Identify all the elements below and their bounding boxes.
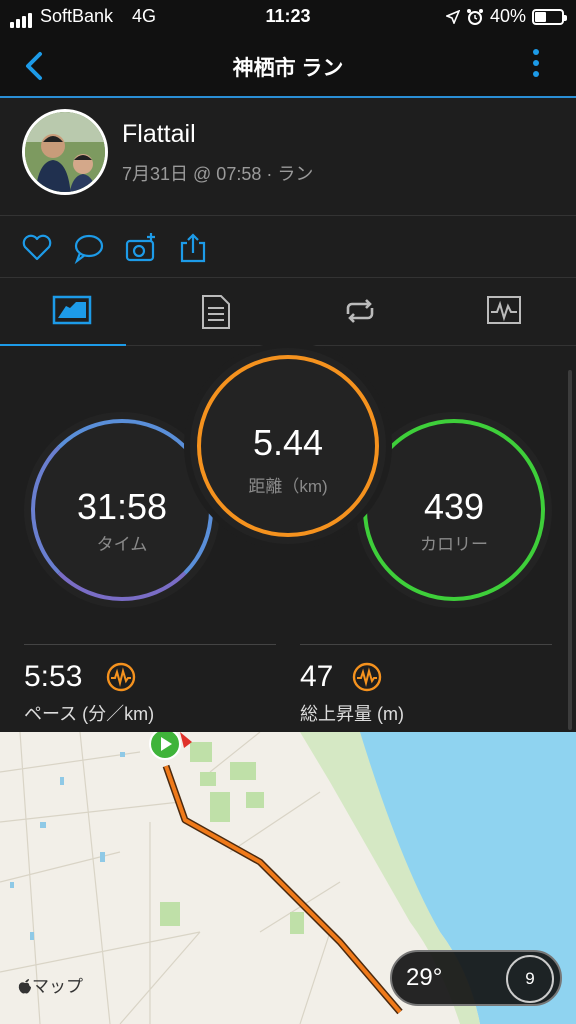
apple-icon: [18, 979, 31, 994]
laps-icon: [346, 299, 374, 323]
weather-widget[interactable]: 29° 9: [390, 950, 562, 1006]
alarm-icon: [466, 8, 483, 25]
scroll-indicator: [568, 370, 572, 730]
status-bar: SoftBank 4G 11:23 40%: [0, 0, 576, 34]
pace-label: ペース (分／km): [24, 704, 155, 724]
wind-speed: 9: [525, 969, 535, 988]
username[interactable]: Flattail: [122, 120, 196, 149]
calories-label: カロリー: [420, 535, 488, 554]
elevation-value: 47: [300, 660, 334, 693]
more-vertical-icon[interactable]: [526, 46, 546, 86]
share-icon[interactable]: [176, 231, 210, 265]
tab-laps[interactable]: [288, 278, 432, 346]
chart-icon: [487, 296, 521, 324]
battery-icon: [532, 8, 567, 25]
map-attribution: マップ: [18, 972, 83, 997]
pace-value: 5:53: [24, 660, 83, 693]
avatar[interactable]: [22, 109, 108, 195]
divider: [24, 644, 276, 645]
tab-bar: [0, 278, 576, 347]
stats-panel: 31:58 タイム 439 カロリー 5.44 距離（km) 5:53 ペース …: [0, 346, 576, 732]
temperature: 29°: [406, 964, 443, 991]
page-title: 神栖市 ラン: [232, 57, 344, 80]
heart-icon[interactable]: [20, 231, 54, 265]
route-map[interactable]: マップ 29° 9: [0, 732, 576, 1024]
activity-meta: 7月31日 @ 07:58 · ラン: [122, 164, 314, 184]
activity-header: Flattail 7月31日 @ 07:58 · ラン: [0, 100, 576, 216]
action-bar: [0, 217, 576, 278]
elevation-label: 総上昇量 (m): [300, 704, 404, 724]
tab-details[interactable]: [144, 278, 288, 346]
tab-summary[interactable]: [0, 278, 144, 347]
nav-bar: 神栖市 ラン: [0, 34, 576, 98]
divider: [300, 644, 552, 645]
distance-gauge: 5.44 距離（km): [190, 348, 386, 544]
location-icon: [445, 9, 460, 24]
wind-dial-icon: 9: [506, 955, 554, 1003]
time-label: タイム: [96, 535, 148, 554]
battery-percent: 40%: [489, 6, 526, 26]
tab-charts[interactable]: [432, 278, 576, 346]
pulse-icon[interactable]: [352, 662, 382, 692]
comment-icon[interactable]: [72, 231, 106, 265]
add-photo-icon[interactable]: [124, 231, 158, 265]
pulse-icon[interactable]: [106, 662, 136, 692]
details-icon: [202, 295, 230, 329]
distance-value: 5.44: [252, 422, 324, 463]
summary-icon: [52, 295, 92, 325]
distance-label: 距離（km): [248, 477, 328, 496]
